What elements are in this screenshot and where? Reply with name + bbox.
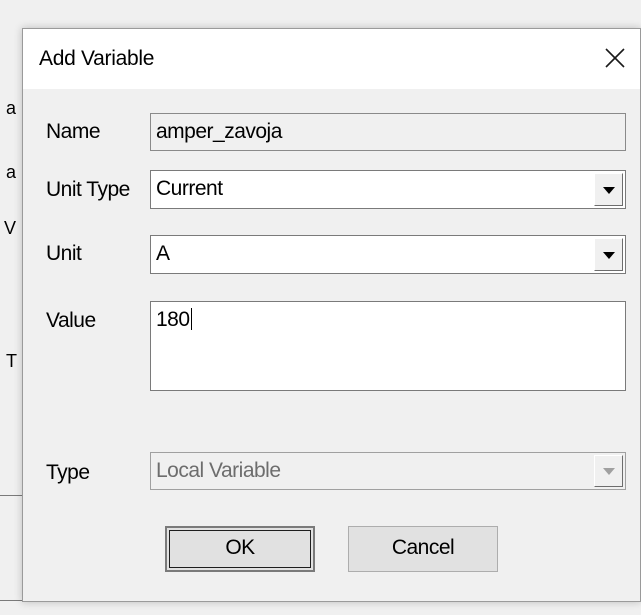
background-text-fragment: a bbox=[6, 162, 17, 182]
value-text: 180 bbox=[156, 308, 190, 331]
unit-type-value: Current bbox=[156, 177, 223, 200]
background-divider bbox=[0, 600, 22, 601]
add-variable-dialog: Add Variable Name amper_zavoja Unit Type… bbox=[22, 28, 641, 602]
chevron-down-icon bbox=[602, 468, 615, 475]
name-label: Name bbox=[46, 120, 101, 143]
close-button[interactable] bbox=[598, 41, 632, 75]
chevron-down-icon bbox=[602, 251, 615, 259]
background-text-fragment: V bbox=[4, 218, 17, 238]
focus-rectangle bbox=[169, 530, 311, 568]
unit-type-select[interactable]: Current bbox=[150, 170, 626, 209]
value-textarea[interactable]: 180 bbox=[150, 301, 626, 391]
unit-label: Unit bbox=[46, 242, 82, 265]
name-field[interactable]: amper_zavoja bbox=[150, 113, 626, 151]
type-select[interactable]: Local Variable bbox=[150, 452, 626, 490]
dialog-titlebar: Add Variable bbox=[23, 29, 640, 89]
unit-type-dropdown-button[interactable] bbox=[594, 173, 623, 206]
type-label: Type bbox=[46, 461, 90, 484]
close-icon bbox=[605, 48, 625, 68]
background-text-fragment: a bbox=[6, 98, 17, 118]
type-dropdown-button[interactable] bbox=[594, 455, 623, 487]
text-caret bbox=[190, 308, 192, 330]
unit-type-label: Unit Type bbox=[46, 178, 130, 201]
value-label: Value bbox=[46, 309, 96, 332]
dialog-title: Add Variable bbox=[39, 47, 155, 70]
unit-value: A bbox=[156, 242, 170, 265]
cancel-button[interactable]: Cancel bbox=[348, 526, 498, 572]
cancel-button-label: Cancel bbox=[391, 536, 455, 559]
chevron-down-icon bbox=[602, 186, 615, 194]
type-value: Local Variable bbox=[156, 459, 281, 482]
name-field-value: amper_zavoja bbox=[156, 120, 282, 143]
background-divider bbox=[0, 495, 22, 496]
background-text-fragment: T bbox=[6, 351, 17, 371]
ok-button[interactable]: OK bbox=[165, 526, 315, 572]
unit-dropdown-button[interactable] bbox=[594, 238, 623, 271]
unit-select[interactable]: A bbox=[150, 235, 626, 274]
